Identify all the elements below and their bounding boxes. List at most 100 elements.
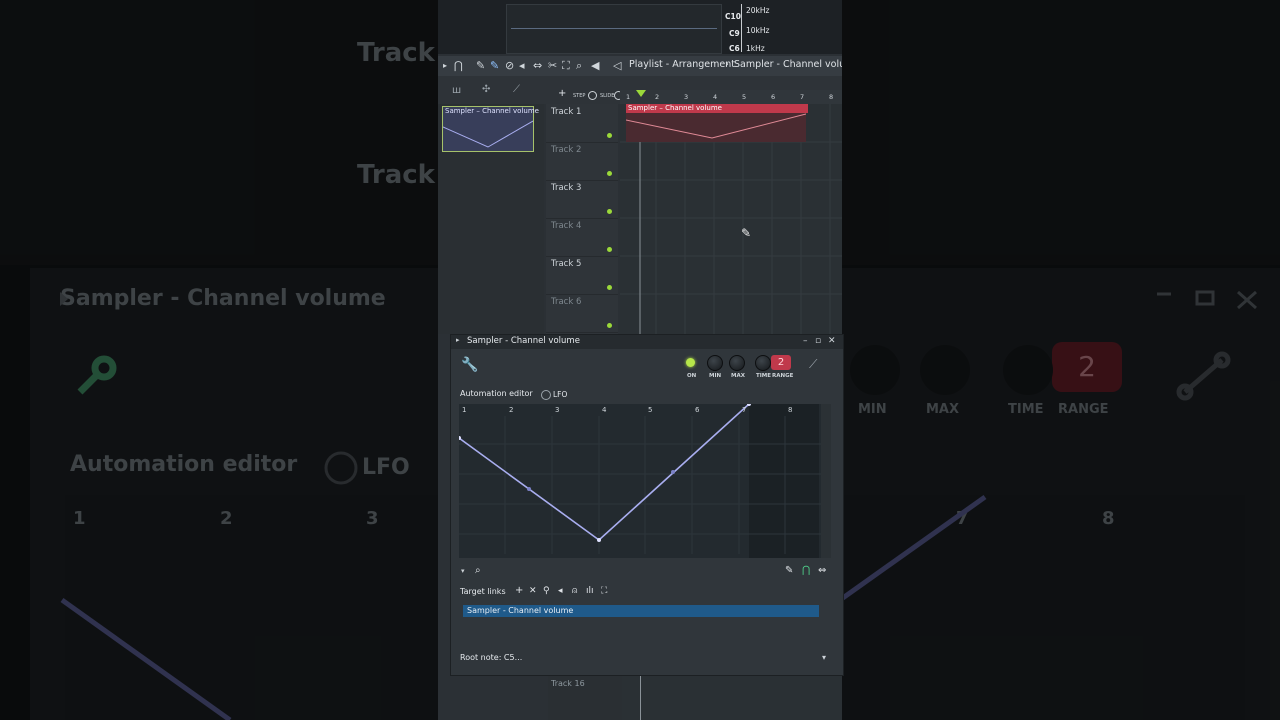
add-link-icon[interactable]: + <box>515 585 523 596</box>
editor-zoom-icon[interactable]: ⌕ <box>475 565 481 576</box>
track-active-led[interactable] <box>607 285 612 290</box>
on-led[interactable] <box>686 358 695 367</box>
speaker-icon[interactable]: ◁ <box>613 59 621 73</box>
max-knob[interactable] <box>729 355 745 371</box>
delete-icon[interactable]: ⊘ <box>505 59 514 73</box>
breadcrumb-pattern[interactable]: Sampler - Channel volume <box>734 59 842 70</box>
wrench-icon[interactable]: 🔧 <box>461 357 478 373</box>
track-header[interactable]: Track 3 <box>546 180 618 219</box>
ruler-mark: 8 <box>829 93 834 101</box>
chevron-down-icon[interactable]: ▾ <box>822 653 826 662</box>
bg-wrench-icon <box>77 355 117 395</box>
breadcrumb-separator: › <box>725 59 729 70</box>
link-icon[interactable]: ⟋ <box>809 357 817 372</box>
menu-arrow-icon[interactable]: ▸ <box>443 59 447 73</box>
audio-icon[interactable]: ✣ <box>482 84 490 95</box>
automation-clip-thumbnail[interactable]: Sampler – Channel volume <box>442 106 539 152</box>
collapse-arrow-icon[interactable]: ▸ <box>456 336 460 344</box>
range-value-box[interactable]: 2 <box>771 355 791 370</box>
slice-icon[interactable]: ✂ <box>548 59 557 73</box>
add-track-icon[interactable]: + <box>558 88 566 99</box>
track-header[interactable]: Track 5 <box>546 256 618 295</box>
editor-fit-icon[interactable]: ⇔ <box>818 565 826 576</box>
bg-window-controls <box>1157 290 1257 310</box>
track-name: Track 2 <box>551 145 582 155</box>
playlist-toolbar: ▸ ⋂ ✎ ✎ ⊘ ◂ ⇔ ✂ ⛶ ⌕ ◀ ◁ Playlist - Arran… <box>438 56 842 76</box>
track-active-led[interactable] <box>607 247 612 252</box>
playback-icon[interactable]: ◀ <box>591 59 599 73</box>
track-active-led[interactable] <box>607 209 612 214</box>
range-label: RANGE <box>772 373 794 379</box>
minimize-icon[interactable]: – <box>803 336 808 346</box>
playhead-marker-icon[interactable] <box>636 90 646 97</box>
freq-10k: 10kHz <box>746 26 770 35</box>
breadcrumb-playlist[interactable]: Playlist - Arrangement <box>629 59 735 70</box>
freq-c9: C9 <box>729 29 740 38</box>
link-speaker-icon[interactable]: ◂ <box>558 586 563 596</box>
ruler-mark: 6 <box>771 93 776 101</box>
editor-pencil-icon[interactable]: ✎ <box>785 565 793 576</box>
automation-point <box>597 538 601 542</box>
track-header[interactable]: Track 6 <box>546 294 618 333</box>
bg-knob-time <box>1003 345 1053 395</box>
time-knob[interactable] <box>755 355 771 371</box>
automation-editor-graph[interactable] <box>459 404 831 558</box>
link-select-icon[interactable]: ⛶ <box>601 586 607 596</box>
track-name: Track 5 <box>551 259 582 269</box>
editor-ruler-mark: 6 <box>695 406 700 414</box>
tension-handle <box>527 487 531 491</box>
bg-knob-max <box>920 345 970 395</box>
root-note[interactable]: Root note: C5... <box>460 653 522 662</box>
max-label: MAX <box>731 373 745 379</box>
slip-icon[interactable]: ⇔ <box>533 59 542 73</box>
freq-20k: 20kHz <box>746 6 770 15</box>
track-active-led[interactable] <box>607 323 612 328</box>
track-header[interactable]: Track 1 <box>546 104 618 143</box>
close-icon[interactable]: ✕ <box>828 336 836 346</box>
editor-ruler-mark: 8 <box>788 406 793 414</box>
playlist-automation-clip[interactable]: Sampler – Channel volume <box>626 104 808 142</box>
picker-icon[interactable]: ш <box>452 85 461 96</box>
playlist-ruler-numbers: 1 2 3 4 5 6 7 8 <box>624 90 842 104</box>
automation-window-titlebar[interactable]: ▸ Sampler - Channel volume – ▫ ✕ <box>451 335 843 349</box>
ruler-mark: 7 <box>800 93 805 101</box>
editor-ruler-mark: 7 <box>742 406 747 414</box>
slide-label: SLIDE <box>600 93 615 99</box>
ruler-mark: 5 <box>742 93 747 101</box>
time-label: TIME <box>756 373 772 379</box>
step-radio[interactable] <box>588 91 597 100</box>
pencil-icon[interactable]: ✎ <box>476 59 485 73</box>
automation-editor-label: Automation editor <box>460 389 533 398</box>
oscilloscope <box>506 4 722 54</box>
track-header[interactable]: Track 2 <box>546 142 618 181</box>
paint-icon[interactable]: ✎ <box>490 59 499 73</box>
ruler-mark: 3 <box>684 93 689 101</box>
link-bell-icon[interactable]: ⍝ <box>572 586 577 596</box>
track-name: Track 3 <box>551 183 582 193</box>
track-header[interactable]: Track 4 <box>546 218 618 257</box>
track-active-led[interactable] <box>607 133 612 138</box>
freq-c10: C10 <box>725 12 741 21</box>
zoom-icon[interactable]: ⌕ <box>576 59 582 73</box>
automation-icon[interactable]: ⟋ <box>513 84 520 95</box>
maximize-icon[interactable]: ▫ <box>815 336 821 346</box>
ruler-mark: 1 <box>626 93 631 101</box>
automation-window-title: Sampler - Channel volume <box>467 336 580 346</box>
track-active-led[interactable] <box>607 171 612 176</box>
link-wrench-icon[interactable]: ⚲ <box>543 586 550 596</box>
target-link-row[interactable]: Sampler - Channel volume <box>463 605 819 617</box>
editor-magnet-icon[interactable]: ⋂ <box>802 565 810 576</box>
mute-icon[interactable]: ◂ <box>519 59 525 73</box>
remove-link-icon[interactable]: ✕ <box>529 586 537 596</box>
track-name: Track 16 <box>551 679 585 688</box>
link-graph-icon[interactable]: ılı <box>586 586 594 596</box>
clip-browser: Sampler – Channel volume <box>438 104 544 334</box>
editor-ruler-mark: 4 <box>602 406 607 414</box>
lfo-radio[interactable] <box>541 390 551 400</box>
track-name: Track 6 <box>551 297 582 307</box>
editor-menu-arrow-icon[interactable]: ▾ <box>461 567 465 575</box>
bg-lfo-radio <box>324 451 358 485</box>
select-icon[interactable]: ⛶ <box>562 59 570 73</box>
magnet-icon[interactable]: ⋂ <box>454 59 463 73</box>
min-knob[interactable] <box>707 355 723 371</box>
